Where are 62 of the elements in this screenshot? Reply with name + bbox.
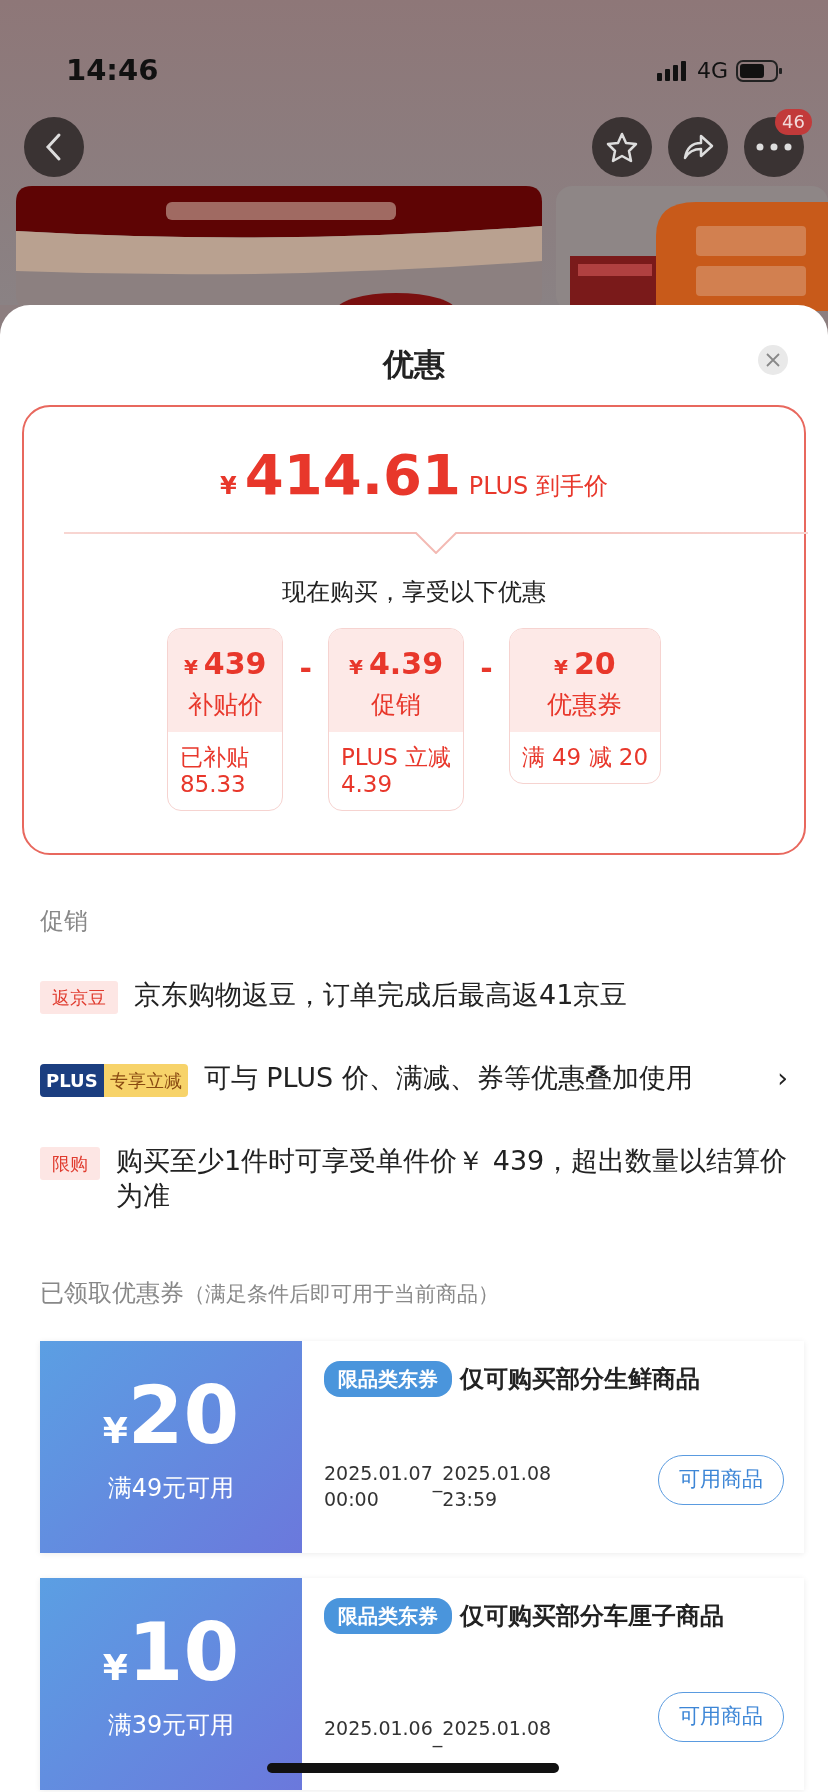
price-label: PLUS 到手价	[468, 471, 608, 502]
minus-sign: -	[480, 650, 493, 688]
more-icon	[756, 143, 792, 151]
currency-symbol: ¥	[102, 1646, 128, 1691]
close-button[interactable]	[758, 345, 788, 375]
currency-symbol: ¥	[102, 1409, 128, 1454]
back-button[interactable]	[24, 117, 84, 177]
more-button[interactable]	[744, 117, 804, 177]
coupon-amount: 20	[127, 1376, 240, 1457]
promo-tag: 专享立减	[103, 1064, 188, 1097]
discount-label: 优惠券	[546, 689, 624, 721]
minus-sign: -	[299, 650, 312, 688]
star-icon	[605, 131, 639, 163]
date-separator: _	[432, 1470, 443, 1495]
notification-badge: 46	[775, 109, 812, 135]
coupon-tag: 限品类东券	[324, 1361, 452, 1398]
validity-start: 2025.01.06	[324, 1716, 433, 1742]
coupon-condition: 满39元可用	[106, 1710, 236, 1742]
coupon-amount: 10	[127, 1613, 240, 1694]
coupon-tag: 限品类东券	[324, 1598, 452, 1635]
promo-text: 京东购物返豆，订单完成后最高返41京豆	[134, 978, 629, 1012]
sheet-title: 优惠	[381, 345, 446, 384]
favorite-button[interactable]	[592, 117, 652, 177]
share-icon	[681, 132, 715, 162]
final-price: 414.61	[244, 447, 461, 503]
discount-label: 补贴价	[186, 689, 264, 721]
section-title: 已领取优惠券	[40, 1278, 184, 1310]
eligible-items-button[interactable]: 可用商品	[658, 1455, 784, 1505]
clock-time: 14:46	[66, 51, 159, 89]
currency-symbol: ¥	[349, 654, 363, 681]
coupon-condition: 满49元可用	[106, 1473, 236, 1505]
breakdown-title: 现在购买，享受以下优惠	[281, 577, 547, 608]
currency-symbol: ¥	[554, 654, 568, 681]
section-note: （满足条件后即可用于当前商品）	[184, 1281, 499, 1309]
chevron-icon[interactable]: ›	[777, 1060, 788, 1096]
close-icon	[765, 352, 781, 368]
promo-text: 可与 PLUS 价、满减、券等优惠叠加使用	[203, 1061, 694, 1095]
discount-amount: 439	[203, 645, 267, 683]
coupon-title: 仅可购买部分生鲜商品	[460, 1364, 700, 1396]
promo-tag: 限购	[40, 1147, 100, 1180]
network-label: 4G	[696, 57, 728, 85]
validity-end: 2025.01.08 23:59	[442, 1461, 552, 1513]
share-button[interactable]	[668, 117, 728, 177]
signal-icon	[656, 60, 689, 81]
promo-tag: 返京豆	[40, 981, 118, 1014]
eligible-items-button[interactable]: 可用商品	[658, 1692, 784, 1742]
validity-end: 2025.01.08	[442, 1716, 552, 1742]
discount-detail: PLUS 立减 4.39	[339, 742, 453, 799]
discount-detail: 满 49 减 20	[520, 742, 650, 772]
coupon-title: 仅可购买部分车厘子商品	[460, 1601, 724, 1633]
discount-amount: 4.39	[369, 645, 443, 683]
promo-text: 购买至少1件时可享受单件价￥ 439，超出数量以结算价为准	[116, 1144, 788, 1214]
currency-symbol: ¥	[183, 654, 198, 681]
discount-label: 促销	[370, 689, 423, 721]
currency-symbol: ¥	[220, 471, 237, 502]
section-title: 促销	[40, 906, 89, 937]
battery-icon	[736, 59, 782, 82]
plus-tag: PLUS	[40, 1064, 104, 1097]
discount-amount: 20	[573, 645, 616, 683]
validity-start: 2025.01.07 00:00	[324, 1461, 433, 1513]
date-separator: _	[432, 1724, 443, 1750]
discount-detail: 已补贴 85.33	[178, 742, 250, 799]
